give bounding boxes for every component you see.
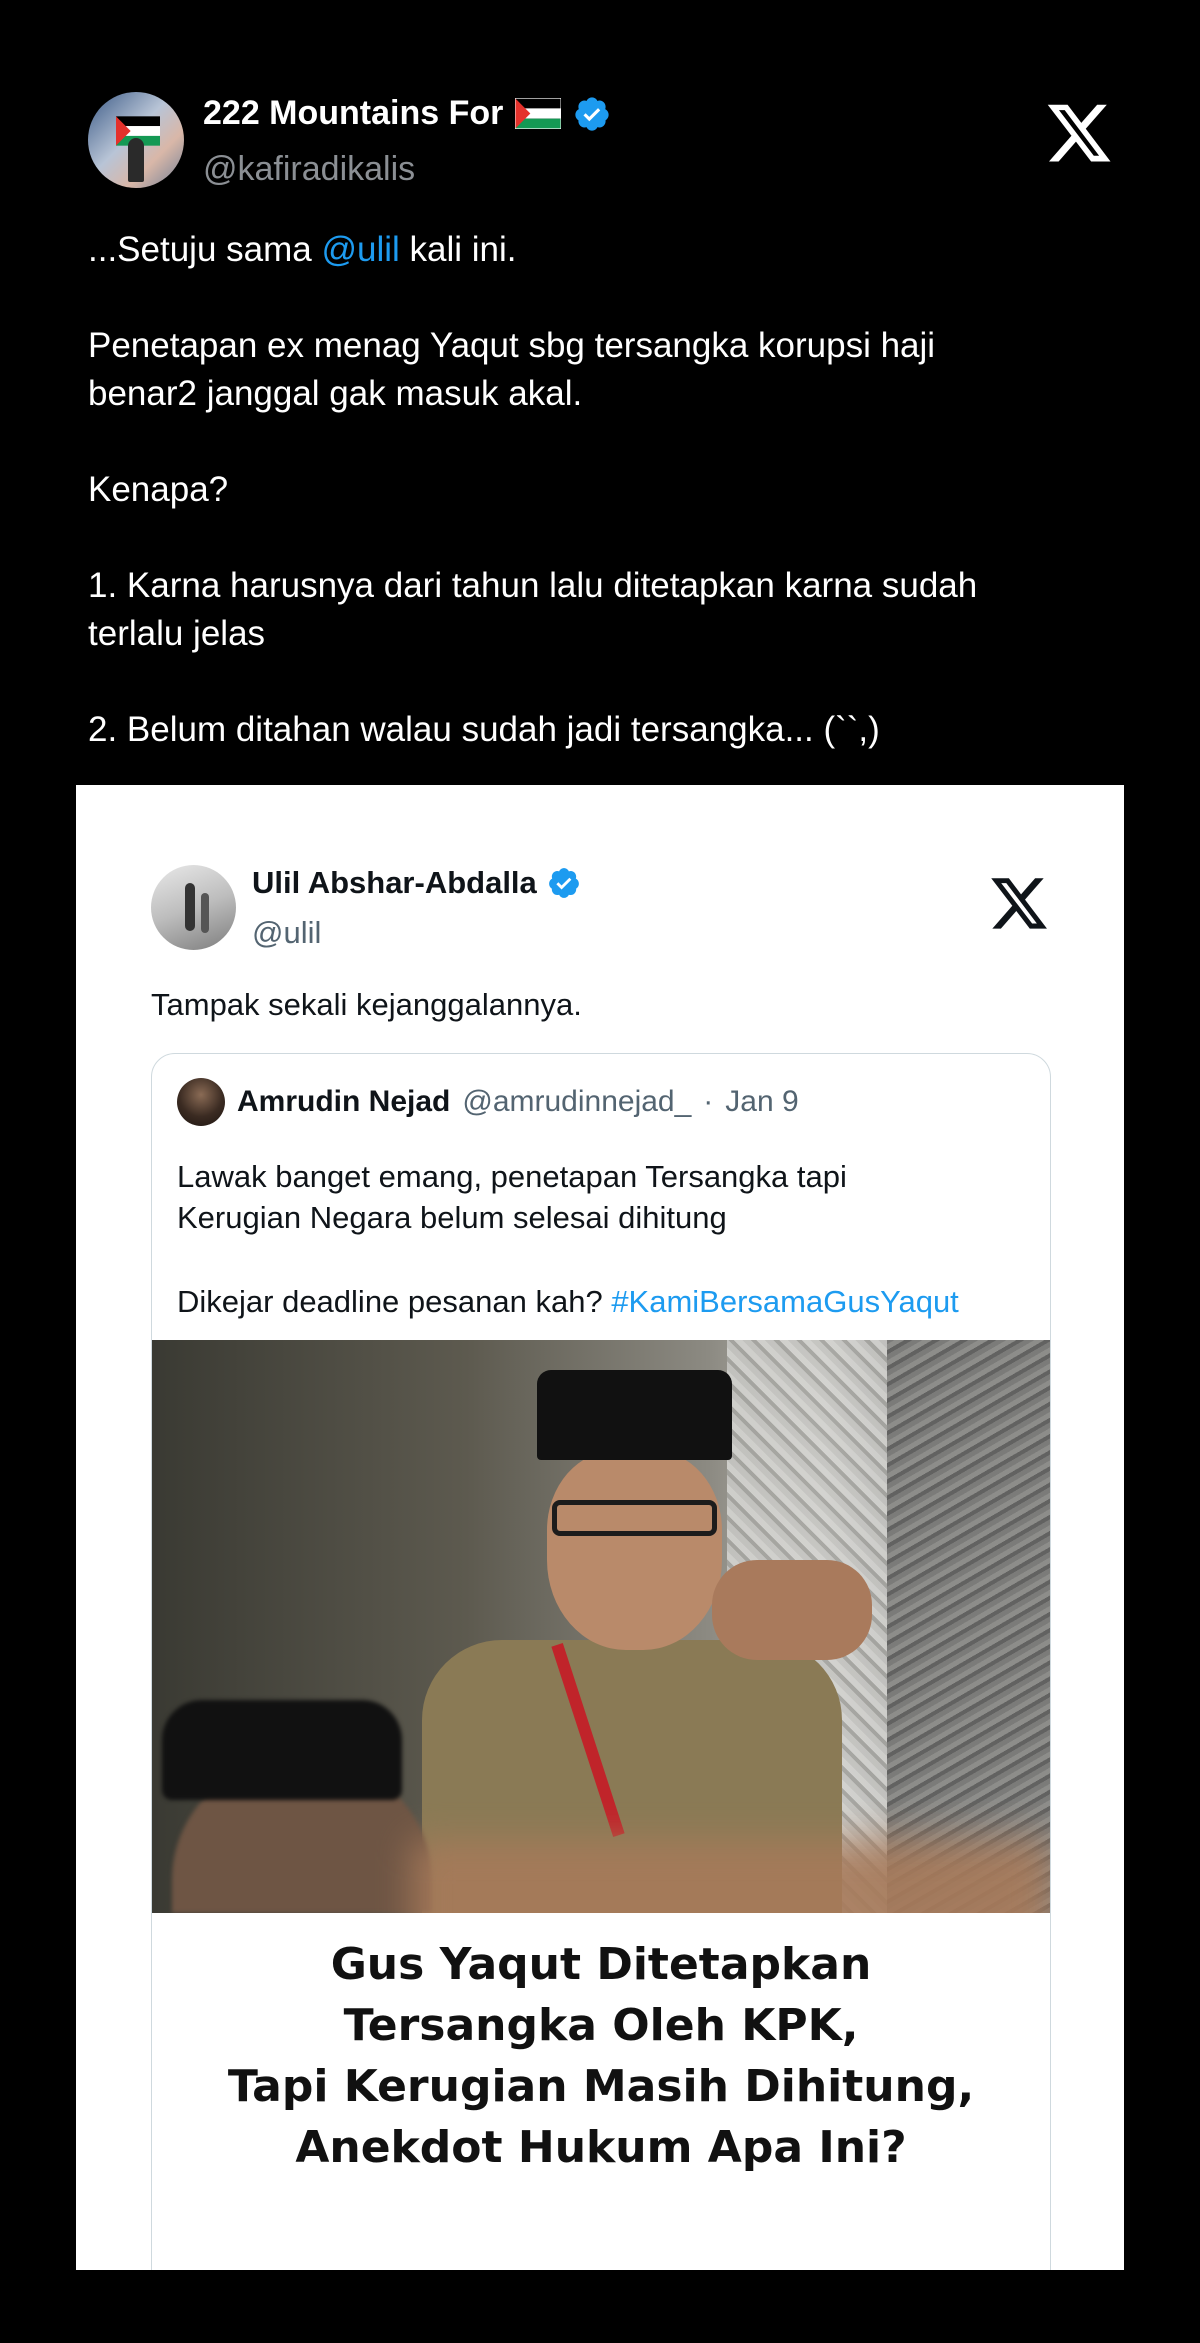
avatar-figure xyxy=(201,893,209,933)
tweet-body: ...Setuju sama @ulil kali ini. Penetapan… xyxy=(88,226,1118,754)
headline-line: Anekdot Hukum Apa Ini? xyxy=(295,2122,907,2173)
article-headline: Gus Yaqut Ditetapkan Tersangka Oleh KPK,… xyxy=(152,1934,1050,2178)
avatar[interactable] xyxy=(151,865,236,950)
tweet-line: 1. Karna harusnya dari tahun lalu diteta… xyxy=(88,566,978,605)
tweet-text: Dikejar deadline pesanan kah? xyxy=(177,1284,612,1319)
avatar-figure xyxy=(185,883,195,931)
verified-badge-icon xyxy=(548,868,579,898)
photo-foreground-blur xyxy=(412,1840,1050,1913)
display-name[interactable]: 222 Mountains For xyxy=(203,94,611,133)
photo-hands xyxy=(712,1560,872,1660)
headline-line: Tersangka Oleh KPK, xyxy=(343,2000,859,2051)
x-logo-icon[interactable] xyxy=(988,877,1050,935)
photo-peci-cap xyxy=(537,1370,732,1460)
quoted-tweet[interactable]: Amrudin Nejad @amrudinnejad_ · Jan 9 Law… xyxy=(151,1053,1051,2270)
tweet-photo[interactable] xyxy=(152,1340,1050,1913)
tweet-line: 2. Belum ditahan walau sudah jadi tersan… xyxy=(88,710,880,749)
photo-wall xyxy=(887,1340,1050,1913)
display-name[interactable]: Ulil Abshar-Abdalla xyxy=(252,865,581,901)
tweet-line: Penetapan ex menag Yaqut sbg tersangka k… xyxy=(88,326,936,365)
outer-tweet: 222 Mountains For @kafiradikalis ...Setu… xyxy=(0,0,1200,785)
tweet-text: ...Setuju sama xyxy=(88,230,322,269)
separator-dot: · xyxy=(703,1085,714,1118)
tweet-line: ...Setuju sama @ulil kali ini. xyxy=(88,226,1118,274)
tweet-text: Tampak sekali kejanggalannya. xyxy=(151,987,582,1022)
photo-glasses xyxy=(552,1500,717,1536)
display-name[interactable]: Amrudin Nejad xyxy=(237,1085,450,1119)
photo-person-face xyxy=(547,1450,722,1650)
photo-foreground-cap xyxy=(162,1700,402,1800)
quoted-tweet-text: Lawak banget emang, penetapan Tersangka … xyxy=(177,1156,1037,1322)
avatar[interactable] xyxy=(88,92,184,188)
quoted-tweet-header: Amrudin Nejad @amrudinnejad_ · Jan 9 xyxy=(177,1078,799,1126)
display-name-text: Ulil Abshar-Abdalla xyxy=(252,865,537,900)
avatar[interactable] xyxy=(177,1078,225,1126)
tweet-line: Kerugian Negara belum selesai dihitung xyxy=(177,1200,727,1235)
verified-badge-icon xyxy=(575,96,609,131)
headline-line: Tapi Kerugian Masih Dihitung, xyxy=(227,2061,975,2112)
handle[interactable]: @amrudinnejad_ xyxy=(462,1085,691,1119)
hashtag-link[interactable]: #KamiBersamaGusYaqut xyxy=(611,1284,958,1319)
palestine-flag-icon xyxy=(515,98,562,129)
display-name-text: 222 Mountains For xyxy=(203,94,504,132)
handle[interactable]: @ulil xyxy=(252,915,321,951)
handle[interactable]: @kafiradikalis xyxy=(203,150,415,189)
tweet-line: Dikejar deadline pesanan kah? #KamiBersa… xyxy=(177,1281,1037,1322)
tweet-line: Lawak banget emang, penetapan Tersangka … xyxy=(177,1159,847,1194)
mention-link[interactable]: @ulil xyxy=(321,230,399,269)
tweet-line: terlalu jelas xyxy=(88,614,266,653)
x-logo-icon[interactable] xyxy=(1044,104,1114,168)
headline-line: Gus Yaqut Ditetapkan xyxy=(330,1939,872,1990)
tweet-line: Kenapa? xyxy=(88,470,229,509)
embedded-tweet-card[interactable]: Ulil Abshar-Abdalla @ulil Tampak sekali … xyxy=(76,785,1124,2270)
tweet-text: kali ini. xyxy=(399,230,517,269)
avatar-person xyxy=(128,138,144,182)
timestamp[interactable]: Jan 9 xyxy=(725,1085,798,1119)
tweet-line: benar2 janggal gak masuk akal. xyxy=(88,374,583,413)
